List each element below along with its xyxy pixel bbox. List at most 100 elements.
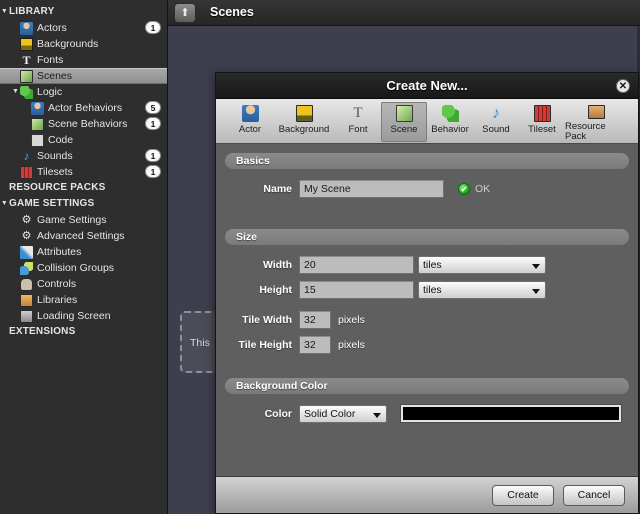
tile-height-unit: pixels [338, 338, 365, 351]
width-input[interactable]: 20 [299, 255, 414, 274]
sidebar-item-label: Advanced Settings [37, 230, 125, 242]
arrow-up-icon[interactable]: ⬆ [174, 3, 196, 23]
sidebar-item-code[interactable]: Code [0, 132, 167, 148]
gear-icon: ⚙ [21, 213, 32, 226]
toolbar-tab-resource-pack[interactable]: Resource Pack [565, 102, 627, 142]
toolbar-tab-tileset[interactable]: Tileset [519, 102, 565, 142]
sidebar-group-game-settings[interactable]: ▼ GAME SETTINGS [0, 196, 167, 212]
create-new-dialog: Create New... ✕ Actor Background T Font Scen… [215, 72, 639, 514]
toolbar-tab-label: Sound [482, 124, 510, 135]
height-row: Height 15 tiles [225, 280, 629, 299]
font-icon: T [353, 105, 363, 121]
sidebar-group-label: EXTENSIONS [9, 326, 76, 337]
toolbar-tab-background[interactable]: Background [273, 102, 335, 142]
item-count-badge: 1 [145, 21, 161, 34]
sidebar-item-fonts[interactable]: T Fonts [0, 52, 167, 68]
chevron-down-icon [532, 288, 540, 294]
sidebar-item-scene-behaviors[interactable]: Scene Behaviors 1 [0, 116, 167, 132]
twisty-icon[interactable]: ▼ [11, 84, 20, 100]
height-input[interactable]: 15 [299, 280, 414, 299]
sidebar-item-backgrounds[interactable]: Backgrounds [0, 36, 167, 52]
toolbar-tab-actor[interactable]: Actor [227, 102, 273, 142]
sidebar-item-label: Tilesets [37, 166, 73, 178]
scene-icon [395, 105, 413, 122]
sidebar-item-label: Fonts [37, 54, 64, 66]
width-unit-value: tiles [423, 258, 442, 271]
sidebar-item-label: Libraries [37, 294, 78, 306]
sidebar-item-actor-behaviors[interactable]: Actor Behaviors 5 [0, 100, 167, 116]
create-button[interactable]: Create [492, 484, 554, 506]
toolbar-tab-label: Font [348, 124, 368, 135]
toolbar-tab-font[interactable]: T Font [335, 102, 381, 142]
item-count-badge: 1 [145, 165, 161, 178]
tile-width-label: Tile Width [242, 313, 292, 326]
sidebar-group-extensions[interactable]: EXTENSIONS [0, 324, 167, 340]
chevron-down-icon [532, 263, 540, 269]
gamepad-icon [20, 277, 33, 291]
sidebar-item-sounds[interactable]: ♪ Sounds 1 [0, 148, 167, 164]
color-swatch[interactable] [400, 404, 622, 423]
logic-icon [20, 85, 33, 99]
sidebar-item-label: Logic [37, 86, 63, 98]
close-icon[interactable]: ✕ [616, 79, 630, 93]
sidebar-item-actors[interactable]: Actors 1 [0, 20, 167, 36]
gear-icon: ⚙ [21, 229, 32, 242]
sidebar-item-label: Code [48, 134, 74, 146]
tile-height-input[interactable]: 32 [299, 335, 331, 354]
cancel-button[interactable]: Cancel [563, 484, 625, 506]
sidebar-item-collision-groups[interactable]: Collision Groups [0, 260, 167, 276]
sidebar-item-tilesets[interactable]: Tilesets 1 [0, 164, 167, 180]
toolbar-tab-scene[interactable]: Scene [381, 102, 427, 142]
actor-icon [241, 105, 259, 122]
width-label: Width [262, 258, 292, 271]
toolbar-tab-label: Resource Pack [565, 121, 606, 142]
chevron-down-icon [373, 412, 381, 418]
section-header-basics: Basics [225, 153, 629, 169]
libraries-icon [20, 293, 33, 307]
sidebar-item-attributes[interactable]: Attributes [0, 244, 167, 260]
section-header-size: Size [225, 229, 629, 245]
sound-icon: ♪ [23, 148, 30, 163]
tile-height-row: Tile Height 32 pixels [225, 335, 629, 354]
name-input[interactable]: My Scene [299, 179, 444, 198]
sidebar-item-loading-screen[interactable]: Loading Screen [0, 308, 167, 324]
twisty-icon[interactable]: ▼ [0, 196, 9, 212]
sidebar-item-scenes[interactable]: Scenes [0, 68, 167, 84]
dialog-body: Basics Name My Scene ✔ OK Size Width 20 … [216, 144, 638, 476]
sidebar-group-label: LIBRARY [9, 6, 55, 17]
name-row: Name My Scene ✔ OK [225, 179, 629, 198]
sidebar-group-resource-packs[interactable]: RESOURCE PACKS [0, 180, 167, 196]
name-label: Name [263, 182, 292, 195]
behavior-icon [441, 105, 459, 122]
twisty-icon[interactable]: ▼ [0, 4, 9, 20]
sidebar-item-controls[interactable]: Controls [0, 276, 167, 292]
toolbar-tab-behavior[interactable]: Behavior [427, 102, 473, 142]
sidebar-item-logic[interactable]: ▼ Logic [0, 84, 167, 100]
item-count-badge: 1 [145, 149, 161, 162]
background-color-row: Color Solid Color [225, 404, 629, 423]
tile-width-row: Tile Width 32 pixels [225, 310, 629, 329]
sidebar-item-label: Actor Behaviors [48, 102, 123, 114]
color-mode-select[interactable]: Solid Color [299, 404, 387, 423]
height-unit-select[interactable]: tiles [418, 280, 546, 299]
dialog-title: Create New... [386, 78, 468, 93]
toolbar-tab-label: Background [278, 124, 330, 135]
sidebar-item-advanced-settings[interactable]: ⚙ Advanced Settings [0, 228, 167, 244]
toolbar-tab-sound[interactable]: ♪ Sound [473, 102, 519, 142]
tile-width-input[interactable]: 32 [299, 310, 331, 329]
top-bar: ⬆ Scenes [168, 0, 640, 26]
sidebar-item-libraries[interactable]: Libraries [0, 292, 167, 308]
sidebar-item-label: Loading Screen [37, 310, 111, 322]
sidebar-item-label: Attributes [37, 246, 82, 258]
width-row: Width 20 tiles [225, 255, 629, 274]
loadingscreen-icon [20, 309, 33, 323]
actor-icon [31, 101, 44, 115]
background-icon [20, 37, 33, 51]
code-icon [31, 133, 44, 147]
sidebar-group-library[interactable]: ▼ LIBRARY [0, 4, 167, 20]
page-title: Scenes [210, 5, 254, 19]
width-unit-select[interactable]: tiles [418, 255, 546, 274]
tile-width-unit: pixels [338, 313, 365, 326]
sidebar-item-game-settings[interactable]: ⚙ Game Settings [0, 212, 167, 228]
font-icon: T [22, 52, 31, 67]
